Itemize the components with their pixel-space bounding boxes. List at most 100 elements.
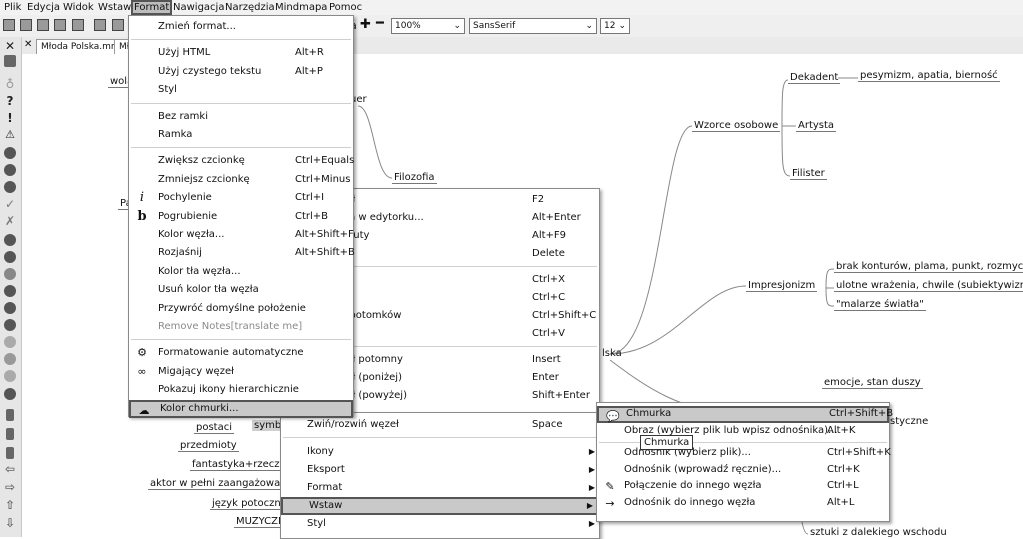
menu-item-zmien-format[interactable]: Zmień format... (129, 18, 353, 36)
map-node[interactable]: Wzorce osobowe (692, 120, 781, 132)
bookmark-icon[interactable] (6, 428, 14, 440)
menu-format[interactable]: Format (131, 0, 173, 15)
menu-item-format[interactable]: Format ▶ (281, 479, 599, 497)
menu-item-zwin-rozwin-weze[interactable]: Zwiń/rozwiń węzeł Space (281, 416, 599, 434)
map-node[interactable]: emocje, stan duszy (822, 377, 923, 389)
menu-item-ramka[interactable]: Ramka (129, 126, 353, 144)
stop-icon[interactable] (4, 147, 16, 159)
close-icon[interactable]: ✕ (4, 40, 16, 52)
arrow-down-icon[interactable]: ⇩ (4, 517, 16, 529)
menu-item-usun-kolor-t-a-wez-a[interactable]: Usuń kolor tła węzła (129, 281, 353, 299)
menu-item-migajacy-weze[interactable]: ∞ Migający węzeł (129, 363, 353, 381)
priority-3-icon[interactable] (4, 268, 16, 280)
menu-edycja[interactable]: Edycja (26, 0, 61, 15)
submenu-arrow-icon: ▶ (588, 519, 595, 528)
warning-icon[interactable]: ⚠ (4, 129, 16, 141)
question-icon[interactable]: ? (4, 95, 16, 107)
map-node[interactable]: sztuki z dalekiego wschodu (808, 527, 949, 538)
menu-item-kolor-wez-a[interactable]: Kolor węzła... Alt+Shift+F (129, 226, 354, 244)
map-node[interactable]: postaci (194, 422, 235, 434)
map-node[interactable]: przedmioty (178, 440, 239, 452)
menu-wstaw[interactable]: Wstaw (97, 0, 132, 15)
menu-item-odnosnik-wprowadz-recznie[interactable]: Odnośnik (wprowadź ręcznie)... Ctrl+K (597, 462, 889, 479)
close-tab-icon[interactable]: ✕ (24, 39, 32, 50)
zoom-out-icon[interactable]: ━ (376, 16, 384, 31)
open-file-icon[interactable] (20, 19, 32, 31)
menu-item-styl[interactable]: Styl ▶ (281, 515, 599, 533)
menu-item-bez-ramki[interactable]: Bez ramki (129, 108, 353, 126)
save-as-icon[interactable] (54, 19, 66, 31)
menu-item-po-aczenie-do-innego-wez-a[interactable]: ✎ Połączenie do innego węzła Ctrl+L (597, 478, 889, 495)
menu-item-przywroc-domyslne-po-ozenie[interactable]: Przywróć domyślne położenie (129, 300, 353, 318)
new-file-icon[interactable] (3, 19, 15, 31)
bulb-icon[interactable]: ♁ (4, 78, 16, 90)
print-icon[interactable] (72, 19, 84, 31)
cut-icon[interactable] (94, 19, 106, 31)
map-node[interactable]: "malarze światła" (834, 299, 926, 311)
priority-0-icon[interactable] (4, 388, 16, 400)
priority-6-icon[interactable] (4, 319, 16, 331)
map-node[interactable]: symb (252, 420, 284, 431)
menu-pomoc[interactable]: Pomoc (328, 0, 363, 15)
menu-item-kolor-t-a-wez-a[interactable]: Kolor tła węzła... (129, 263, 353, 281)
map-node[interactable]: Dekadent (788, 72, 841, 84)
menu-mindmapa[interactable]: Mindmapa (274, 0, 328, 15)
trash-icon[interactable] (4, 55, 16, 67)
map-node[interactable]: brak konturów, plama, punkt, rozmycia (834, 261, 1023, 273)
menu-widok[interactable]: Widok (62, 0, 95, 15)
menu-item-pokazuj-ikony-hierarchicznie[interactable]: Pokazuj ikony hierarchicznie (129, 381, 353, 399)
priority-8-icon[interactable] (4, 353, 16, 365)
menu-item-wstaw[interactable]: Wstaw ▶ (281, 497, 599, 515)
map-node[interactable]: lska (600, 348, 624, 359)
map-node[interactable]: Impresjonizm (746, 280, 818, 292)
map-node[interactable]: Artysta (796, 120, 837, 132)
map-node[interactable]: ulotne wrażenia, chwile (subiektywizm) (834, 280, 1023, 292)
menu-item-pochylenie[interactable]: i Pochylenie Ctrl+I (129, 189, 353, 207)
exclamation-icon[interactable]: ! (4, 112, 16, 124)
menu-item-pogrubienie[interactable]: b Pogrubienie Ctrl+B (129, 208, 353, 226)
tab-mloda-polska[interactable]: Młoda Polska.mm (36, 39, 125, 54)
menu-item-label: Użyj HTML (158, 47, 211, 59)
menu-narzedzia[interactable]: Narzędzia (224, 0, 276, 15)
arrow-up-icon[interactable]: ⇧ (4, 499, 16, 511)
menu-item-zwieksz-czcionke[interactable]: Zwiększ czcionkę Ctrl+Equals (129, 152, 354, 170)
menu-plik[interactable]: Plik (3, 0, 22, 15)
copy-icon[interactable] (112, 19, 124, 31)
map-node[interactable]: pesymizm, apatia, bierność (858, 70, 1000, 82)
priority-9-icon[interactable] (4, 370, 16, 382)
menu-nawigacja[interactable]: Nawigacja (172, 0, 225, 15)
menu-item-remove-notes-translate-me[interactable]: Remove Notes[translate me] (129, 318, 353, 336)
menu-item-ikony[interactable]: Ikony ▶ (281, 443, 599, 461)
menu-item-styl[interactable]: Styl (129, 81, 353, 99)
map-node[interactable]: Filister (790, 168, 827, 180)
arrow-left-icon[interactable]: ⇦ (4, 463, 16, 475)
menu-item-kolor-chmurki[interactable]: ☁ Kolor chmurki... (129, 399, 353, 418)
menu-item-uzyj-czystego-tekstu[interactable]: Użyj czystego tekstu Alt+P (129, 63, 353, 81)
map-node[interactable]: Filozofia (392, 172, 437, 184)
check-icon[interactable]: ✓ (4, 198, 16, 210)
arrow-right-icon[interactable]: ⇨ (4, 481, 16, 493)
zoom-select[interactable]: 100% ⌄ (391, 18, 465, 34)
menu-item-zmniejsz-czcionke[interactable]: Zmniejsz czcionkę Ctrl+Minus (129, 171, 353, 189)
priority-4-icon[interactable] (4, 285, 16, 297)
menu-item-eksport[interactable]: Eksport ▶ (281, 461, 599, 479)
menu-item-formatowanie-automatyczne[interactable]: ⚙ Formatowanie automatyczne (129, 344, 353, 362)
priority-1-icon[interactable] (4, 234, 16, 246)
save-icon[interactable] (37, 19, 49, 31)
font-family-select[interactable]: SansSerif ⌄ (469, 18, 597, 34)
cross-icon[interactable]: ✗ (4, 215, 16, 227)
flag-icon[interactable] (6, 409, 14, 421)
menu-item-chmurka[interactable]: 💬 Chmurka Ctrl+Shift+B (597, 406, 893, 423)
font-size-select[interactable]: 12 ⌄ (600, 18, 630, 34)
priority-5-icon[interactable] (4, 302, 16, 314)
clock-icon[interactable] (6, 447, 14, 459)
minus-circle-icon[interactable] (4, 164, 16, 176)
priority-2-icon[interactable] (4, 251, 16, 263)
priority-7-icon[interactable] (4, 336, 16, 348)
menu-item-rozjasnij[interactable]: Rozjaśnij Alt+Shift+B (129, 244, 355, 262)
info-icon[interactable] (4, 181, 16, 193)
zoom-in-icon[interactable]: ✚ (360, 17, 371, 32)
menu-item-uzyj-html[interactable]: Użyj HTML Alt+R (129, 44, 353, 62)
map-node[interactable]: styczne (888, 416, 930, 427)
menu-item-odnosnik-do-innego-wez-a[interactable]: → Odnośnik do innego węzła Alt+L (597, 495, 889, 512)
